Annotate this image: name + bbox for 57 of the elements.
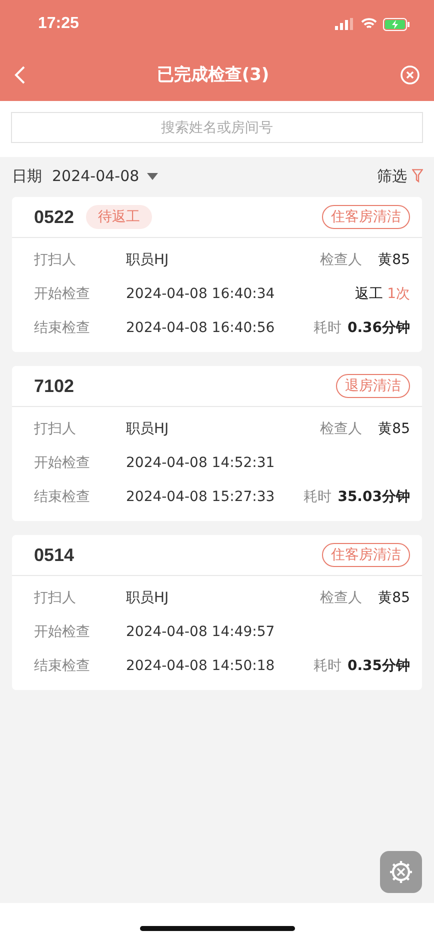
- duration-value: 0.36分钟: [347, 319, 410, 337]
- field-label: 结束检查: [34, 488, 91, 506]
- rework-count: 1次: [387, 285, 410, 303]
- field-label: 耗时: [313, 657, 342, 675]
- field-label: 开始检查: [34, 454, 91, 472]
- settings-icon: [388, 859, 414, 885]
- date-dropdown[interactable]: 2024-04-08: [52, 167, 158, 185]
- field-value: 黄85: [378, 420, 410, 438]
- funnel-icon: [412, 169, 423, 183]
- field-label: 结束检查: [34, 657, 91, 675]
- field-value: 职员HJ: [126, 589, 169, 607]
- field-label: 开始检查: [34, 285, 91, 303]
- back-icon[interactable]: [14, 66, 26, 84]
- field-label: 打扫人: [34, 420, 77, 438]
- field-label: 耗时: [313, 319, 342, 337]
- field-label: 打扫人: [34, 251, 77, 269]
- wifi-icon: [361, 18, 377, 30]
- signal-icon: [335, 18, 355, 30]
- field-value: 黄85: [378, 251, 410, 269]
- room-number: 0514: [34, 544, 74, 566]
- field-label: 开始检查: [34, 623, 91, 641]
- settings-button[interactable]: [380, 851, 422, 893]
- inspection-card[interactable]: 0514 住客房清洁 打扫人 职员HJ 检查人 黄85 开始检查 2024-04-08 14:49:57 结束检查 2024-04-08 14:50:18 耗时 0.35分钟: [12, 535, 422, 690]
- field-value: 2024-04-08 16:40:56: [126, 320, 275, 336]
- field-label: 耗时: [304, 488, 332, 506]
- field-value: 2024-04-08 16:40:34: [126, 286, 275, 302]
- field-value: 职员HJ: [126, 251, 169, 269]
- cleaning-type-tag: 住客房清洁: [322, 205, 410, 229]
- field-value: 2024-04-08 14:50:18: [126, 658, 275, 674]
- caret-icon: [147, 172, 158, 180]
- field-value: 2024-04-08 14:52:31: [126, 455, 275, 471]
- field-label: 检查人: [320, 420, 362, 438]
- search-field[interactable]: 搜索姓名或房间号: [11, 112, 423, 143]
- inspection-card[interactable]: 0522 待返工 住客房清洁 打扫人 职员HJ 检查人 黄85 开始检查 2024-04-08 16:40:34 返工 1次 结束检查 2024-04-08 16:40:56 耗时 0.36分钟: [12, 197, 422, 352]
- field-value: 黄85: [378, 589, 410, 607]
- date-label: 日期: [12, 166, 42, 186]
- page-title: 已完成检查(3): [156, 64, 270, 86]
- field-label: 打扫人: [34, 589, 77, 607]
- field-value: 2024-04-08 14:49:57: [126, 624, 275, 640]
- field-label: 检查人: [320, 589, 362, 607]
- field-value: 2024-04-08 15:27:33: [126, 489, 275, 505]
- inspection-card[interactable]: 7102 退房清洁 打扫人 职员HJ 检查人 黄85 开始检查 2024-04-08 14:52:31 结束检查 2024-04-08 15:27:33 耗时 35.03分钟: [12, 366, 422, 521]
- field-label: 结束检查: [34, 319, 91, 337]
- field-label: 检查人: [320, 251, 362, 269]
- status-badge: 待返工: [86, 205, 152, 229]
- filter-button[interactable]: 筛选: [377, 166, 423, 186]
- battery-icon: [383, 18, 410, 30]
- close-icon[interactable]: [400, 64, 420, 84]
- rework-label: 返工: [355, 285, 384, 303]
- duration-value: 0.35分钟: [347, 657, 410, 675]
- field-value: 职员HJ: [126, 420, 169, 438]
- cleaning-type-tag: 住客房清洁: [322, 543, 410, 567]
- cleaning-type-tag: 退房清洁: [336, 374, 410, 398]
- room-number: 0522: [34, 206, 74, 228]
- duration-value: 35.03分钟: [338, 488, 410, 506]
- room-number: 7102: [34, 376, 74, 396]
- status-time: 17:25: [38, 15, 79, 33]
